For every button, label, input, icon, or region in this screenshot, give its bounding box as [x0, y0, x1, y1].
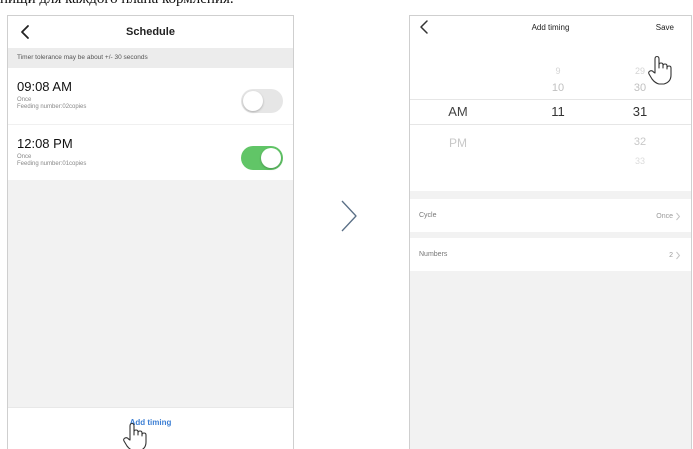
tolerance-note: Timer tolerance may be about +/- 30 seco… — [8, 48, 293, 68]
page-title: Add timing — [531, 23, 570, 32]
document-caption: пищи для каждого плана кормления. — [0, 0, 420, 9]
hour-option: 9 — [555, 66, 561, 76]
toggle-knob — [261, 148, 281, 168]
cycle-value: Once — [656, 213, 673, 220]
cycle-label: Cycle — [419, 212, 437, 219]
minute-option: 32 — [633, 136, 647, 148]
hand-pointer-icon — [123, 422, 147, 449]
numbers-value: 2 — [669, 252, 673, 259]
hand-pointer-icon — [648, 55, 672, 85]
cycle-value-wrap: Once — [656, 212, 681, 221]
numbers-label: Numbers — [419, 251, 448, 258]
schedule-toggle[interactable] — [241, 89, 283, 113]
toggle-knob — [243, 91, 263, 111]
hour-wheel[interactable]: 9 10 11 — [528, 42, 588, 191]
schedule-screen: Schedule Timer tolerance may be about +/… — [7, 15, 294, 449]
minute-option: 31 — [632, 104, 648, 119]
schedule-nav-bar: Schedule — [8, 16, 293, 48]
time-picker-panel: Add timing Save AM PM 9 10 11 29 30 31 3… — [410, 16, 691, 191]
hour-option: 11 — [551, 104, 565, 119]
hour-option: 10 — [551, 82, 565, 94]
schedule-item[interactable]: 12:08 PM Once Feeding number:01copies — [8, 124, 293, 180]
add-timing-button[interactable]: Add timing — [8, 418, 293, 427]
chevron-left-icon — [21, 25, 29, 39]
minute-option: 33 — [634, 156, 645, 166]
add-timing-nav-bar: Add timing Save — [410, 16, 691, 42]
schedule-item[interactable]: 09:08 AM Once Feeding number:02copies — [8, 68, 293, 124]
cycle-row[interactable]: Cycle Once — [410, 199, 691, 232]
ampm-option: AM — [448, 104, 468, 119]
chevron-right-icon — [341, 200, 357, 232]
chevron-right-icon — [676, 212, 681, 221]
schedule-list: 09:08 AM Once Feeding number:02copies 12… — [8, 68, 293, 180]
ampm-option: PM — [449, 136, 467, 150]
bottom-action-bar: Add timing — [8, 407, 293, 449]
settings-list: Cycle Once Numbers 2 — [410, 199, 691, 271]
schedule-toggle[interactable] — [241, 146, 283, 170]
back-button[interactable] — [16, 22, 34, 42]
chevron-right-icon — [676, 251, 681, 260]
save-button[interactable]: Save — [656, 23, 674, 32]
ampm-wheel[interactable]: AM PM — [428, 42, 488, 191]
page-title: Schedule — [126, 26, 175, 38]
add-timing-screen: Add timing Save AM PM 9 10 11 29 30 31 3… — [409, 15, 692, 449]
numbers-value-wrap: 2 — [669, 251, 681, 260]
numbers-row[interactable]: Numbers 2 — [410, 238, 691, 271]
